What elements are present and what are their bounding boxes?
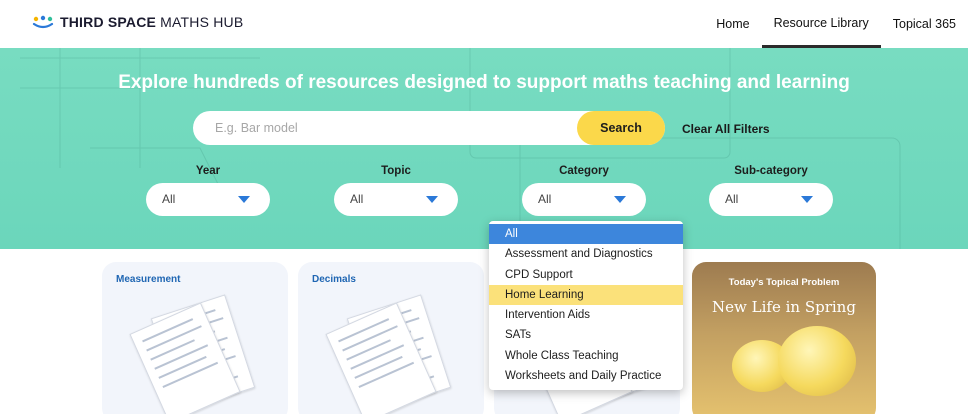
- topical-title: New Life in Spring: [712, 298, 856, 316]
- filter-sub-category-label: Sub-category: [734, 165, 808, 177]
- sub-category-select[interactable]: All: [709, 183, 833, 216]
- chevron-down-icon: [426, 196, 438, 203]
- page: THIRD SPACE MATHS HUB Home Resource Libr…: [0, 0, 968, 414]
- chick-image: [778, 326, 856, 396]
- category-dropdown-list: All Assessment and Diagnostics CPD Suppo…: [489, 221, 683, 390]
- filter-category-label: Category: [559, 165, 609, 177]
- dropdown-option-whole-class-teaching[interactable]: Whole Class Teaching: [489, 346, 683, 366]
- filter-sub-category: Sub-category All: [709, 165, 833, 216]
- sub-category-select-value: All: [725, 192, 739, 206]
- logo-text: THIRD SPACE MATHS HUB: [60, 14, 244, 30]
- topic-select[interactable]: All: [334, 183, 458, 216]
- dropdown-option-assessment-and-diagnostics[interactable]: Assessment and Diagnostics: [489, 244, 683, 264]
- topic-select-value: All: [350, 192, 364, 206]
- year-select-value: All: [162, 192, 176, 206]
- card-title: Decimals: [312, 274, 356, 285]
- resource-cards: Measurement Decimals Today's Topical Pro…: [0, 249, 968, 414]
- resource-card-measurement[interactable]: Measurement: [102, 262, 288, 414]
- category-select-value: All: [538, 192, 552, 206]
- nav-topical-365[interactable]: Topical 365: [881, 0, 968, 48]
- dropdown-option-home-learning[interactable]: Home Learning: [489, 284, 683, 306]
- dropdown-option-cpd-support[interactable]: CPD Support: [489, 265, 683, 285]
- logo[interactable]: THIRD SPACE MATHS HUB: [32, 14, 243, 30]
- chevron-down-icon: [801, 196, 813, 203]
- dropdown-option-sats[interactable]: SATs: [489, 325, 683, 345]
- todays-topical-problem-card[interactable]: Today's Topical Problem New Life in Spri…: [692, 262, 876, 414]
- category-select[interactable]: All: [522, 183, 646, 216]
- search-input[interactable]: [193, 111, 578, 145]
- hero-banner: Explore hundreds of resources designed t…: [0, 48, 968, 249]
- resource-card-decimals[interactable]: Decimals: [298, 262, 484, 414]
- nav-resource-library[interactable]: Resource Library: [761, 0, 881, 48]
- hero-title: Explore hundreds of resources designed t…: [118, 72, 850, 93]
- dropdown-option-all[interactable]: All: [489, 224, 683, 245]
- filter-year: Year All: [146, 165, 270, 216]
- topical-label: Today's Topical Problem: [728, 277, 840, 288]
- filter-topic: Topic All: [334, 165, 458, 216]
- dropdown-option-worksheets-and-daily-practice[interactable]: Worksheets and Daily Practice: [489, 366, 683, 386]
- filter-year-label: Year: [195, 165, 221, 177]
- year-select[interactable]: All: [146, 183, 270, 216]
- chevron-down-icon: [238, 196, 250, 203]
- filter-topic-label: Topic: [381, 165, 411, 177]
- filter-category: Category All: [522, 165, 646, 216]
- chevron-down-icon: [614, 196, 626, 203]
- search-button[interactable]: Search: [577, 111, 665, 145]
- card-title: Measurement: [116, 274, 181, 285]
- dropdown-option-intervention-aids[interactable]: Intervention Aids: [489, 305, 683, 325]
- search-bar: Search: [193, 111, 665, 145]
- nav-home[interactable]: Home: [704, 0, 761, 48]
- top-navigation-bar: THIRD SPACE MATHS HUB Home Resource Libr…: [0, 0, 968, 48]
- clear-all-filters-link[interactable]: Clear All Filters: [682, 122, 770, 136]
- logo-icon: [32, 15, 54, 29]
- main-nav: Home Resource Library Topical 365: [704, 0, 968, 48]
